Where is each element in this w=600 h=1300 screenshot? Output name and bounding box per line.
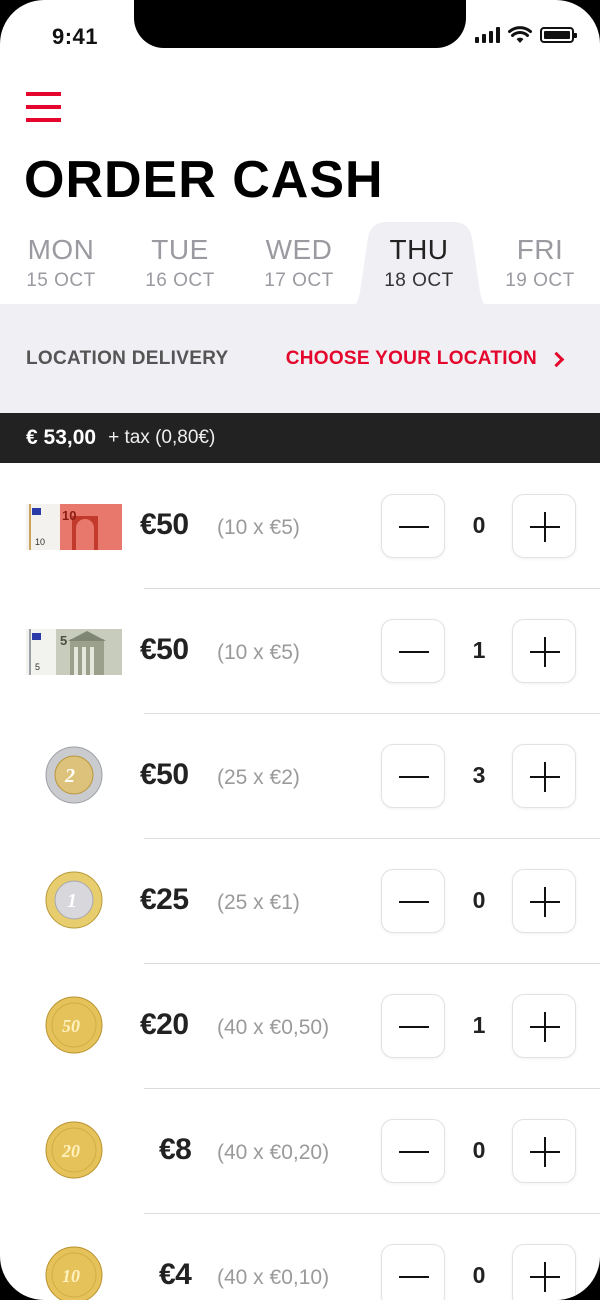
increment-button[interactable] <box>512 869 576 933</box>
battery-icon <box>540 27 577 43</box>
choose-location-link[interactable]: CHOOSE YOUR LOCATION <box>286 348 566 370</box>
banknote-10-icon: 10 10 <box>26 504 122 550</box>
list-item: 1 €25 (25 x €1) 0 <box>0 839 600 964</box>
item-detail: (10 x €5) <box>217 641 300 664</box>
item-quantity: 1 <box>472 637 486 663</box>
tab-thu[interactable]: THU 18 OCT <box>359 222 479 306</box>
svg-text:10: 10 <box>35 537 45 547</box>
item-quantity: 0 <box>472 1262 486 1288</box>
item-quantity: 0 <box>472 1137 486 1163</box>
increment-button[interactable] <box>512 744 576 808</box>
tab-wed[interactable]: WED 17 OCT <box>239 222 359 306</box>
item-detail: (25 x €2) <box>217 766 300 789</box>
chevron-right-icon <box>548 351 565 367</box>
total-amount: € 53,00 <box>26 426 97 449</box>
tab-day-label: TUE <box>151 234 209 265</box>
tab-day-label: WED <box>265 234 333 265</box>
decrement-button[interactable] <box>381 869 445 933</box>
item-amount: €25 <box>140 883 189 916</box>
tab-tue[interactable]: TUE 16 OCT <box>120 222 240 306</box>
increment-button[interactable] <box>512 619 576 683</box>
item-amount: €20 <box>140 1008 189 1041</box>
decrement-button[interactable] <box>381 744 445 808</box>
item-quantity: 0 <box>472 887 486 913</box>
item-amount: €8 <box>159 1133 192 1166</box>
list-item: 20 €8 (40 x €0,20) 0 <box>0 1089 600 1214</box>
tab-date-label: 17 OCT <box>264 270 334 291</box>
item-detail: (10 x €5) <box>217 516 300 539</box>
tab-date-label: 15 OCT <box>26 270 96 291</box>
decrement-button[interactable] <box>381 1119 445 1183</box>
tab-day-label: THU <box>389 234 449 265</box>
hamburger-menu-icon[interactable] <box>26 92 62 122</box>
svg-text:50: 50 <box>62 1016 80 1036</box>
item-detail: (25 x €1) <box>217 891 300 914</box>
choose-location-label: CHOOSE YOUR LOCATION <box>285 348 537 369</box>
list-item: 50 €20 (40 x €0,50) 1 <box>0 964 600 1089</box>
coin-20-cent-icon: 20 <box>45 1121 103 1179</box>
order-total-bar: € 53,00 + tax (0,80€) <box>0 413 600 463</box>
svg-text:10: 10 <box>62 508 76 523</box>
item-quantity: 1 <box>472 1012 486 1038</box>
day-tabs: MON 15 OCT TUE 16 OCT WED 17 OCT THU 18 … <box>0 222 600 308</box>
svg-text:1: 1 <box>67 890 77 912</box>
item-amount: €4 <box>159 1258 192 1291</box>
phone-screen: 9:41 ORDER CASH MON 15 OCT TUE 16 OCT WE… <box>0 0 600 1300</box>
svg-text:20: 20 <box>61 1141 80 1161</box>
increment-button[interactable] <box>512 994 576 1058</box>
item-amount: €50 <box>140 633 189 666</box>
svg-text:5: 5 <box>35 662 40 672</box>
tab-date-label: 18 OCT <box>384 270 454 291</box>
page-title: ORDER CASH <box>24 151 384 209</box>
svg-text:10: 10 <box>62 1266 80 1286</box>
notch <box>134 0 466 48</box>
item-amount: €50 <box>140 758 189 791</box>
tab-date-label: 19 OCT <box>505 270 575 291</box>
item-detail: (40 x €0,50) <box>217 1016 330 1039</box>
list-item: 10 10 €50 (10 x €5) 0 <box>0 464 600 589</box>
item-quantity: 3 <box>472 762 486 788</box>
item-detail: (40 x €0,20) <box>217 1141 330 1164</box>
increment-button[interactable] <box>512 1119 576 1183</box>
wifi-icon <box>508 26 532 43</box>
cellular-signal-icon <box>475 27 500 43</box>
item-amount: €50 <box>140 508 189 541</box>
decrement-button[interactable] <box>381 619 445 683</box>
coin-1-euro-icon: 1 <box>45 871 103 929</box>
tab-day-label: FRI <box>516 234 564 265</box>
coin-10-cent-icon: 10 <box>45 1246 103 1300</box>
increment-button[interactable] <box>512 1244 576 1300</box>
status-time: 9:41 <box>52 24 99 49</box>
svg-text:2: 2 <box>64 765 75 787</box>
tab-day-label: MON <box>27 234 95 265</box>
decrement-button[interactable] <box>381 994 445 1058</box>
coin-50-cent-icon: 50 <box>45 996 103 1054</box>
total-tax: + tax (0,80€) <box>108 427 216 448</box>
location-delivery-section: LOCATION DELIVERY CHOOSE YOUR LOCATION <box>0 304 600 414</box>
decrement-button[interactable] <box>381 494 445 558</box>
tab-mon[interactable]: MON 15 OCT <box>1 222 121 306</box>
coin-2-euro-icon: 2 <box>45 746 103 804</box>
banknote-5-icon: 5 5 <box>26 629 122 675</box>
increment-button[interactable] <box>512 494 576 558</box>
list-item: 2 €50 (25 x €2) 3 <box>0 714 600 839</box>
item-quantity: 0 <box>472 512 486 538</box>
list-item: 10 €4 (40 x €0,10) 0 <box>0 1214 600 1300</box>
tab-date-label: 16 OCT <box>145 270 215 291</box>
decrement-button[interactable] <box>381 1244 445 1300</box>
status-icons <box>475 26 577 44</box>
location-delivery-label: LOCATION DELIVERY <box>26 348 229 369</box>
tab-fri[interactable]: FRI 19 OCT <box>480 222 600 306</box>
svg-text:5: 5 <box>60 633 67 648</box>
item-detail: (40 x €0,10) <box>217 1266 330 1289</box>
list-item: 5 5 €50 (10 x €5) 1 <box>0 589 600 714</box>
